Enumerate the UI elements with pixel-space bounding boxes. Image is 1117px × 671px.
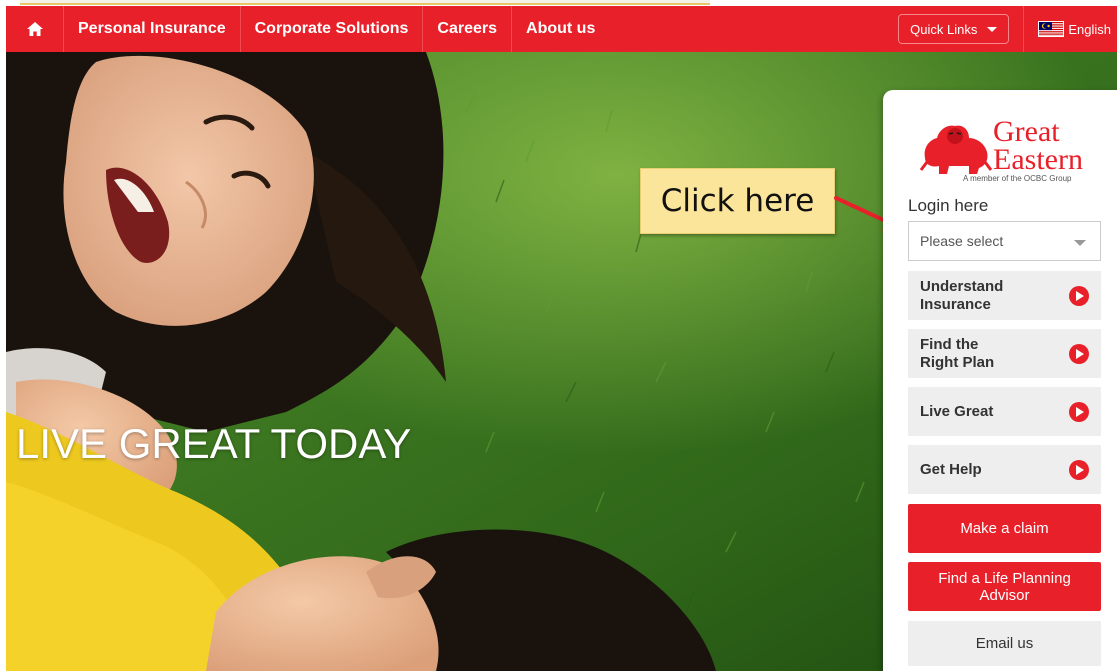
logo-tagline: A member of the OCBC Group: [963, 174, 1072, 183]
quick-links-dropdown[interactable]: Quick Links: [898, 14, 1010, 44]
login-select[interactable]: Please select: [908, 221, 1101, 261]
play-circle-icon: [1069, 286, 1089, 306]
nav-careers[interactable]: Careers: [423, 6, 513, 52]
live-great-button[interactable]: Live Great: [908, 387, 1101, 436]
get-help-button[interactable]: Get Help: [908, 445, 1101, 494]
understand-insurance-line2: Insurance: [920, 295, 991, 313]
live-great-label: Live Great: [920, 402, 994, 420]
nav-corporate-solutions[interactable]: Corporate Solutions: [241, 6, 424, 52]
lion-logo-icon: [919, 125, 993, 174]
understand-insurance-label: Understand Insurance: [920, 278, 1003, 314]
great-eastern-logo[interactable]: Great Eastern A member of the OCBC Group: [919, 114, 1089, 184]
find-right-plan-line2: Right Plan: [920, 353, 995, 371]
logo-eastern-text: Eastern: [993, 143, 1083, 176]
nav-personal-insurance[interactable]: Personal Insurance: [64, 6, 241, 52]
understand-insurance-button[interactable]: Understand Insurance: [908, 271, 1101, 320]
chevron-down-icon: [987, 26, 998, 32]
chevron-down-icon: [1074, 240, 1086, 246]
play-circle-icon: [1069, 344, 1089, 364]
find-right-plan-button[interactable]: Find the Right Plan: [908, 329, 1101, 378]
play-circle-icon: [1069, 402, 1089, 422]
malaysia-flag-icon: [1038, 21, 1065, 37]
find-advisor-label: Find a Life Planning Advisor: [938, 570, 1071, 604]
find-right-plan-label: Find the Right Plan: [920, 336, 994, 372]
language-selector[interactable]: English: [1023, 6, 1117, 52]
understand-insurance-line1: Understand: [920, 277, 1004, 295]
home-button[interactable]: [6, 6, 64, 52]
hero-headline: LIVE GREAT TODAY: [16, 420, 412, 467]
login-select-value: Please select: [920, 233, 1004, 249]
click-here-callout: Click here: [640, 168, 835, 234]
highlighted-bar: [20, 0, 710, 5]
get-help-label: Get Help: [920, 460, 982, 478]
find-right-plan-line1: Find the: [920, 335, 979, 353]
find-advisor-line2: Advisor: [979, 586, 1030, 604]
language-label: English: [1068, 21, 1111, 37]
quick-links-label: Quick Links: [910, 21, 978, 37]
email-us-button[interactable]: Email us: [908, 621, 1101, 666]
login-label: Login here: [908, 196, 989, 215]
main-navbar: Personal Insurance Corporate Solutions C…: [6, 6, 1117, 52]
home-icon: [26, 22, 43, 36]
find-advisor-button[interactable]: Find a Life Planning Advisor: [908, 562, 1101, 611]
find-advisor-line1: Find a Life Planning: [938, 569, 1071, 587]
logo-great-text: Great: [993, 115, 1060, 148]
side-panel: Great Eastern A member of the OCBC Group…: [883, 90, 1117, 671]
make-a-claim-button[interactable]: Make a claim: [908, 504, 1101, 553]
nav-about-us[interactable]: About us: [512, 6, 609, 52]
page: Personal Insurance Corporate Solutions C…: [0, 0, 1117, 671]
play-circle-icon: [1069, 460, 1089, 480]
